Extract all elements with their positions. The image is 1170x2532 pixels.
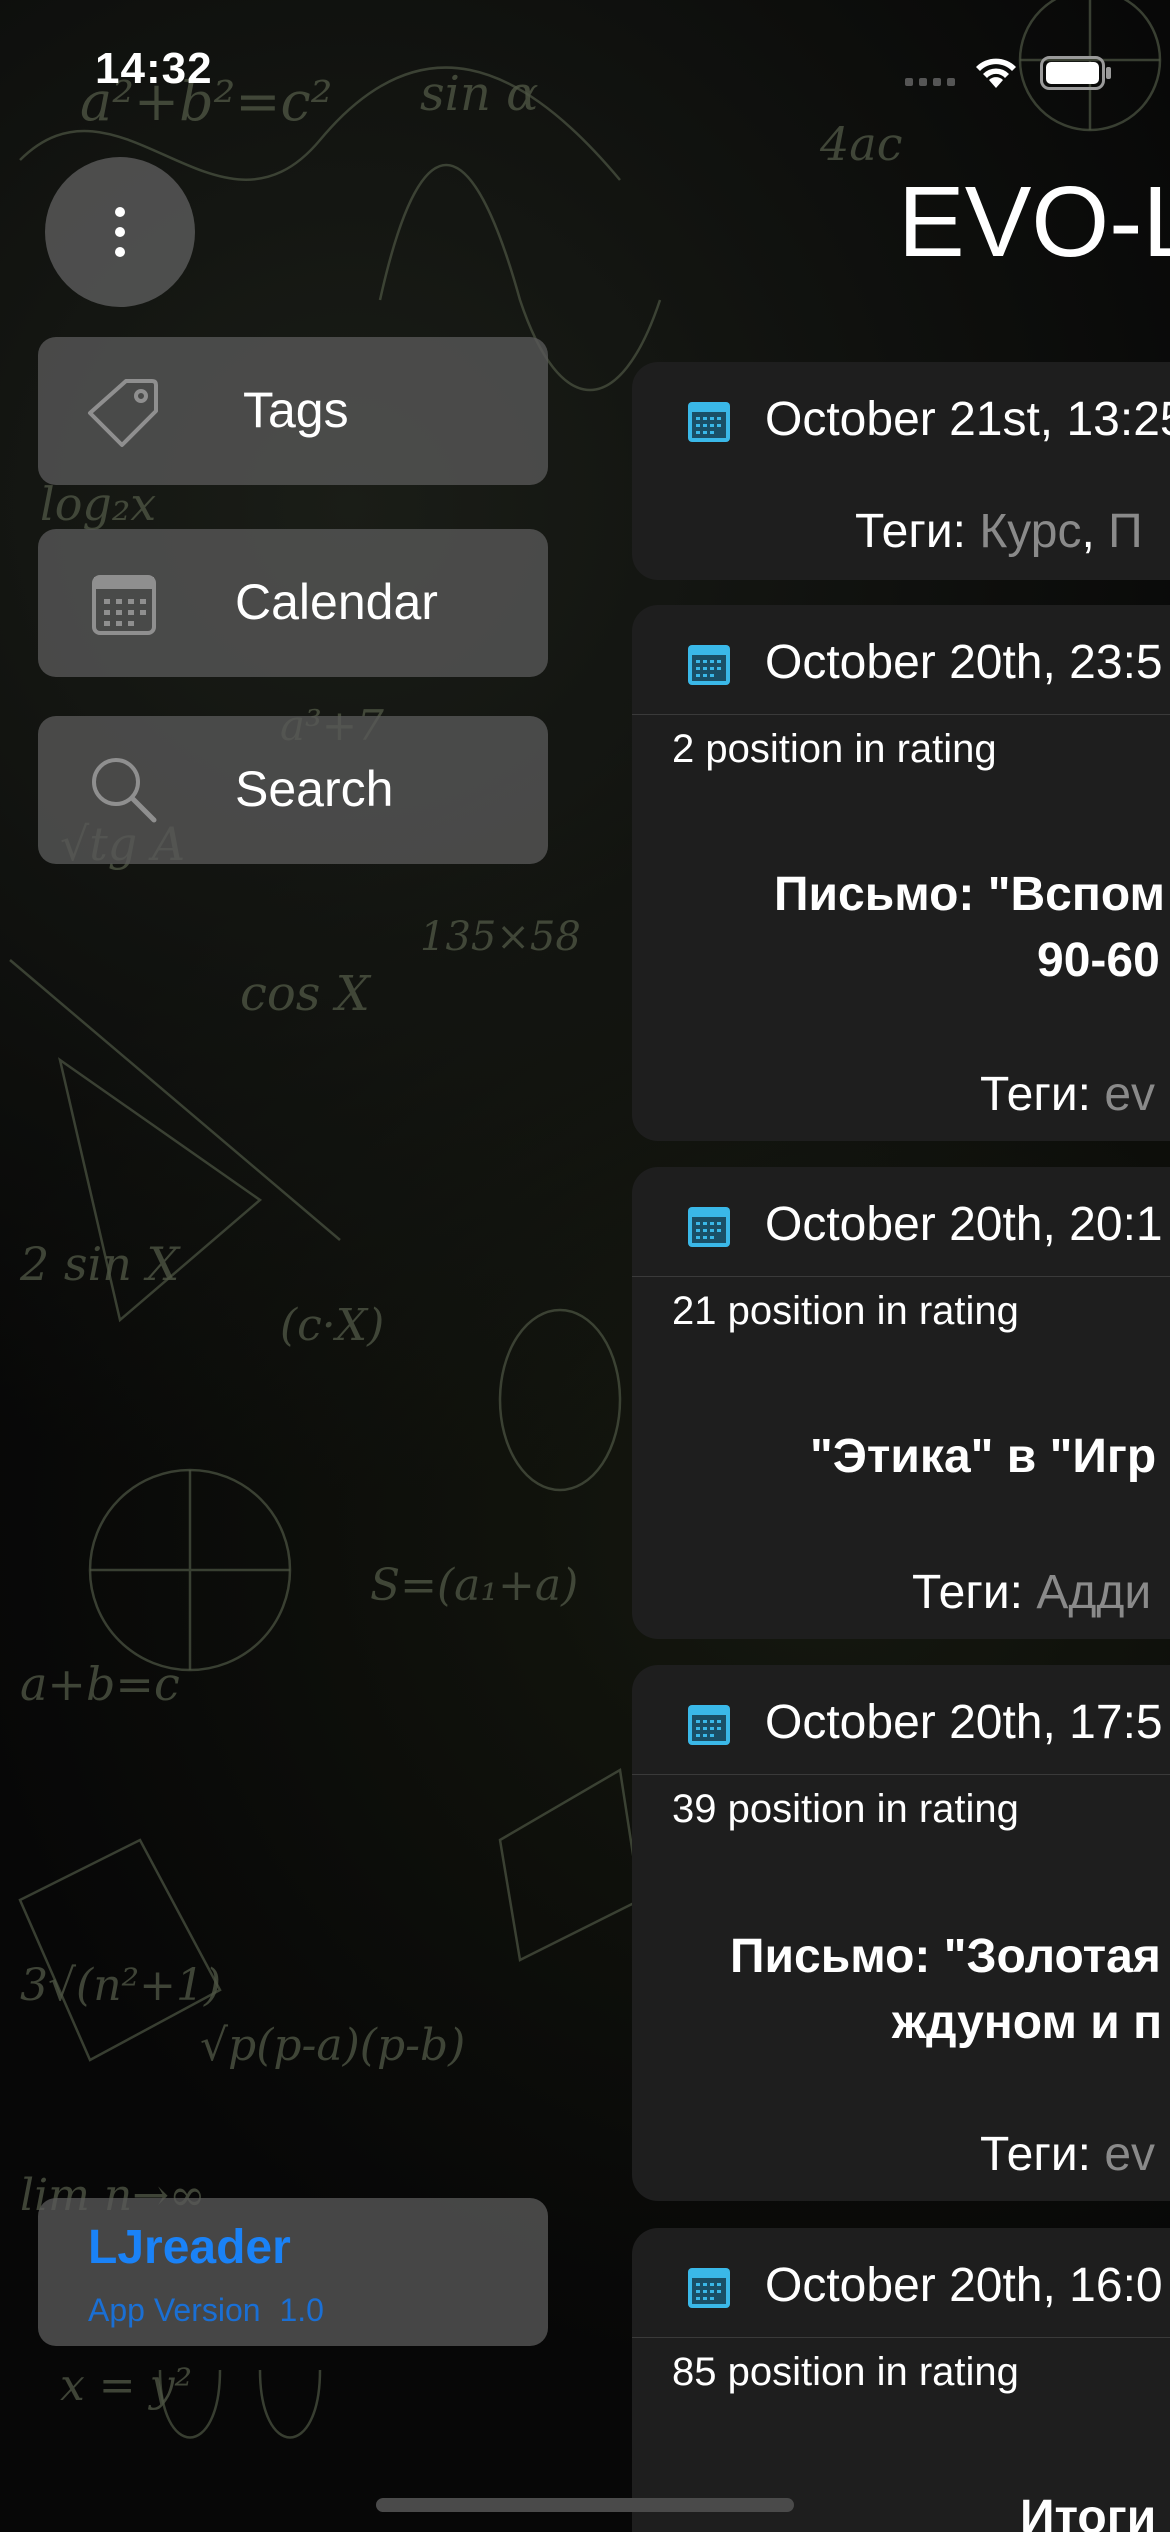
post-header: October 20th, 20:1 bbox=[632, 1167, 1170, 1277]
tag-icon bbox=[88, 379, 158, 447]
post-tags: Теги: ev bbox=[980, 2127, 1155, 2182]
post-date: October 21st, 13:25 bbox=[765, 393, 1170, 446]
status-time: 14:32 bbox=[95, 44, 213, 93]
post-title[interactable]: Итоги bbox=[1020, 2490, 1156, 2532]
side-menu-item-tags[interactable]: Tags bbox=[38, 337, 548, 485]
svg-text:2 sin X: 2 sin X bbox=[19, 1237, 181, 1291]
svg-text:√p(p-a)(p-b): √p(p-a)(p-b) bbox=[200, 2020, 465, 2071]
calendar-icon bbox=[688, 1207, 730, 1247]
post-title[interactable]: ждуном и п bbox=[892, 1995, 1162, 2050]
tags-label: Теги: bbox=[855, 505, 966, 558]
tag-link[interactable]: Адди bbox=[1036, 1566, 1151, 1619]
post-header: October 20th, 17:5 bbox=[632, 1665, 1170, 1775]
post-date: October 20th, 23:5 bbox=[765, 636, 1163, 689]
tag-link[interactable]: ev bbox=[1104, 1068, 1155, 1121]
post-title[interactable]: Письмо: "Золотая bbox=[730, 1929, 1161, 1984]
svg-text:cos X: cos X bbox=[240, 966, 372, 1022]
calendar-icon bbox=[688, 1705, 730, 1745]
post-card[interactable]: October 20th, 16:0 85 position in rating… bbox=[632, 2228, 1170, 2532]
tag-separator: , bbox=[1081, 505, 1109, 558]
calendar-icon bbox=[688, 402, 730, 442]
post-card[interactable]: October 20th, 20:1 21 position in rating… bbox=[632, 1167, 1170, 1639]
svg-text:(c·X): (c·X) bbox=[280, 1300, 384, 1351]
tags-label: Теги: bbox=[912, 1566, 1023, 1619]
app-info-card: LJreader App Version 1.0 bbox=[38, 2198, 548, 2346]
tags-label: Теги: bbox=[980, 2128, 1091, 2181]
post-date: October 20th, 16:0 bbox=[765, 2259, 1163, 2312]
posts-feed[interactable]: October 21st, 13:25 Теги: Курс, П Octobe… bbox=[632, 0, 1170, 2532]
side-menu-label: Calendar bbox=[235, 574, 438, 630]
svg-text:x = y²: x = y² bbox=[60, 2360, 192, 2411]
post-card[interactable]: October 21st, 13:25 Теги: Курс, П bbox=[632, 362, 1170, 580]
calendar-icon bbox=[688, 645, 730, 685]
app-version: App Version 1.0 bbox=[88, 2292, 334, 2329]
tag-link[interactable]: П bbox=[1108, 505, 1143, 558]
post-tags: Теги: Курс, П bbox=[855, 504, 1143, 559]
post-rating: 21 position in rating bbox=[672, 1289, 1019, 1333]
post-rating: 39 position in rating bbox=[672, 1787, 1019, 1831]
more-menu-button[interactable] bbox=[45, 157, 195, 307]
tag-link[interactable]: ev bbox=[1104, 2128, 1155, 2181]
calendar-icon bbox=[688, 2268, 730, 2308]
tags-label: Теги: bbox=[980, 1068, 1091, 1121]
svg-text:a+b=c: a+b=c bbox=[20, 1657, 180, 1711]
post-title[interactable]: "Этика" в "Игр bbox=[810, 1429, 1156, 1484]
search-icon bbox=[92, 758, 157, 823]
side-menu-label: Tags bbox=[243, 382, 349, 438]
side-menu-label: Search bbox=[235, 761, 394, 817]
post-rating: 85 position in rating bbox=[672, 2350, 1019, 2394]
post-card[interactable]: October 20th, 23:5 2 position in rating … bbox=[632, 605, 1170, 1141]
post-header: October 20th, 23:5 bbox=[632, 605, 1170, 715]
post-date: October 20th, 17:5 bbox=[765, 1696, 1163, 1749]
app-version-number: 1.0 bbox=[279, 2292, 324, 2328]
app-version-label: App Version bbox=[88, 2292, 261, 2328]
svg-text:log₂x: log₂x bbox=[40, 477, 156, 531]
svg-text:135×58: 135×58 bbox=[420, 914, 581, 960]
post-date: October 20th, 20:1 bbox=[765, 1198, 1163, 1251]
post-tags: Теги: ev bbox=[980, 1067, 1155, 1122]
post-header: October 20th, 16:0 bbox=[632, 2228, 1170, 2338]
more-vertical-icon bbox=[115, 207, 125, 257]
post-rating: 2 position in rating bbox=[672, 727, 997, 771]
svg-text:S=(a₁+a): S=(a₁+a) bbox=[370, 1560, 578, 1611]
home-indicator[interactable] bbox=[376, 2498, 794, 2512]
tag-link[interactable]: Курс bbox=[979, 505, 1081, 558]
post-header: October 21st, 13:25 bbox=[632, 362, 1170, 472]
post-title[interactable]: Письмо: "Вспом bbox=[774, 867, 1165, 922]
post-tags: Теги: Адди bbox=[912, 1565, 1151, 1620]
post-card[interactable]: October 20th, 17:5 39 position in rating… bbox=[632, 1665, 1170, 2201]
app-name: LJreader bbox=[88, 2221, 291, 2274]
svg-text:3√(n²+1): 3√(n²+1) bbox=[20, 1960, 221, 2011]
side-menu-item-search[interactable]: Search bbox=[38, 716, 548, 864]
calendar-icon bbox=[92, 575, 156, 635]
post-title[interactable]: 90-60 bbox=[1037, 933, 1160, 988]
side-menu-item-calendar[interactable]: Calendar bbox=[38, 529, 548, 677]
